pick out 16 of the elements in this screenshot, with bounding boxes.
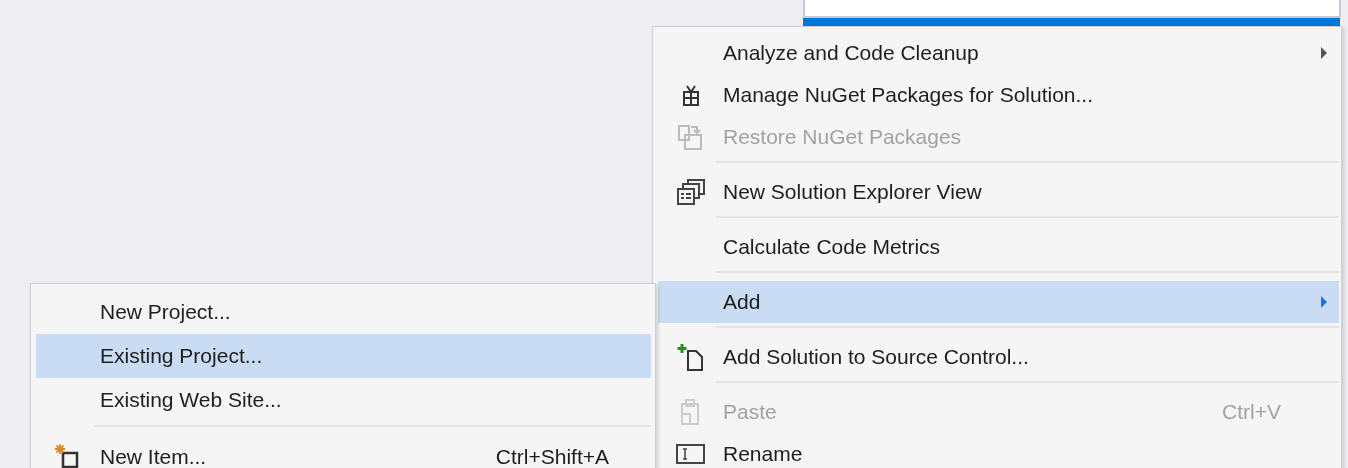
add-document-icon — [675, 342, 706, 372]
menu-item[interactable]: New Item... Ctrl+Shift+A — [36, 435, 651, 468]
menu-item[interactable]: New Solution Explorer View — [658, 171, 1339, 213]
copy-arrow-icon — [676, 123, 705, 151]
menu-item[interactable]: Analyze and Code Cleanup — [658, 32, 1339, 74]
menu-item[interactable]: Add — [658, 281, 1339, 323]
menu-item[interactable]: New Project... — [36, 290, 651, 334]
menu-item[interactable]: Calculate Code Metrics — [658, 226, 1339, 268]
menu-item[interactable]: Manage NuGet Packages for Solution... — [658, 74, 1339, 116]
window-stack-icon — [675, 178, 706, 206]
menu-item[interactable]: Add Solution to Source Control... — [658, 336, 1339, 378]
rename-icon — [675, 443, 706, 465]
menu-item[interactable]: Rename — [658, 433, 1339, 468]
gift-icon — [680, 83, 701, 107]
menu-item[interactable]: Existing Project... — [36, 334, 651, 378]
menu-item[interactable]: Existing Web Site... — [36, 378, 651, 422]
